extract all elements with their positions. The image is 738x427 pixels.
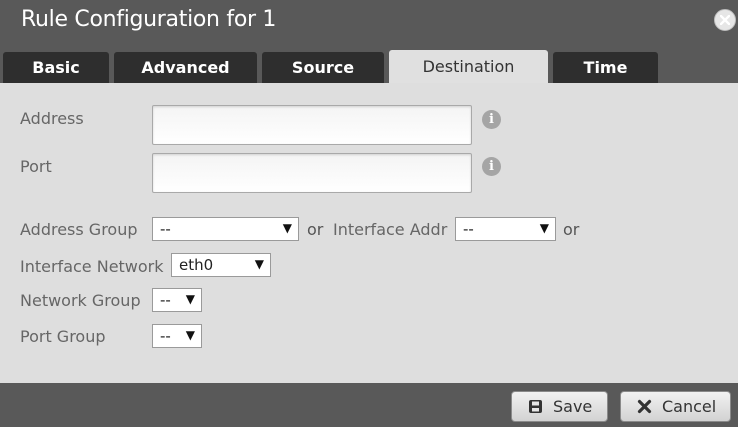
- chevron-down-icon: ▼: [185, 328, 195, 342]
- port-label: Port: [20, 157, 52, 176]
- interface-network-label: Interface Network: [20, 257, 164, 276]
- destination-panel: Address i Port i Address Group -- ▼ or I…: [0, 83, 738, 383]
- port-group-select[interactable]: -- ▼: [152, 324, 202, 348]
- address-input[interactable]: [152, 105, 472, 145]
- tab-source[interactable]: Source: [262, 52, 384, 83]
- network-group-value: --: [160, 291, 171, 309]
- info-glyph: i: [489, 159, 494, 174]
- tab-basic[interactable]: Basic: [3, 52, 109, 83]
- cancel-icon: [637, 399, 652, 414]
- dialog-titlebar: Rule Configuration for 1: [0, 0, 738, 50]
- port-input[interactable]: [152, 153, 472, 193]
- network-group-select[interactable]: -- ▼: [152, 288, 202, 312]
- save-button[interactable]: Save: [511, 391, 608, 422]
- cancel-button[interactable]: Cancel: [620, 391, 731, 422]
- chevron-down-icon: ▼: [254, 257, 264, 271]
- info-icon[interactable]: i: [482, 157, 501, 176]
- close-icon: [720, 15, 730, 25]
- interface-network-value: eth0: [179, 256, 214, 274]
- interface-network-select[interactable]: eth0 ▼: [171, 253, 271, 277]
- or-text: or: [307, 220, 324, 239]
- dialog-title: Rule Configuration for 1: [21, 7, 277, 32]
- address-group-label: Address Group: [20, 220, 138, 239]
- interface-addr-label: Interface Addr: [333, 220, 448, 239]
- chevron-down-icon: ▼: [185, 292, 195, 306]
- close-button[interactable]: [714, 9, 736, 31]
- info-icon[interactable]: i: [482, 110, 501, 129]
- interface-addr-value: --: [463, 220, 474, 238]
- dialog-footer: Save Cancel: [0, 383, 738, 427]
- chevron-down-icon: ▼: [539, 221, 549, 235]
- info-glyph: i: [489, 112, 494, 127]
- address-label: Address: [20, 109, 84, 128]
- address-group-select[interactable]: -- ▼: [152, 217, 299, 241]
- tab-advanced[interactable]: Advanced: [114, 52, 257, 83]
- interface-addr-select[interactable]: -- ▼: [455, 217, 556, 241]
- tab-time[interactable]: Time: [553, 52, 658, 83]
- save-label: Save: [553, 397, 593, 416]
- or-text: or: [563, 220, 580, 239]
- cancel-label: Cancel: [662, 397, 717, 416]
- address-group-value: --: [160, 220, 171, 238]
- tab-destination[interactable]: Destination: [389, 50, 548, 83]
- port-group-value: --: [160, 327, 171, 345]
- save-icon: [529, 400, 542, 413]
- chevron-down-icon: ▼: [282, 221, 292, 235]
- port-group-label: Port Group: [20, 327, 106, 346]
- network-group-label: Network Group: [20, 291, 141, 310]
- tab-bar: Basic Advanced Source Destination Time: [0, 50, 738, 83]
